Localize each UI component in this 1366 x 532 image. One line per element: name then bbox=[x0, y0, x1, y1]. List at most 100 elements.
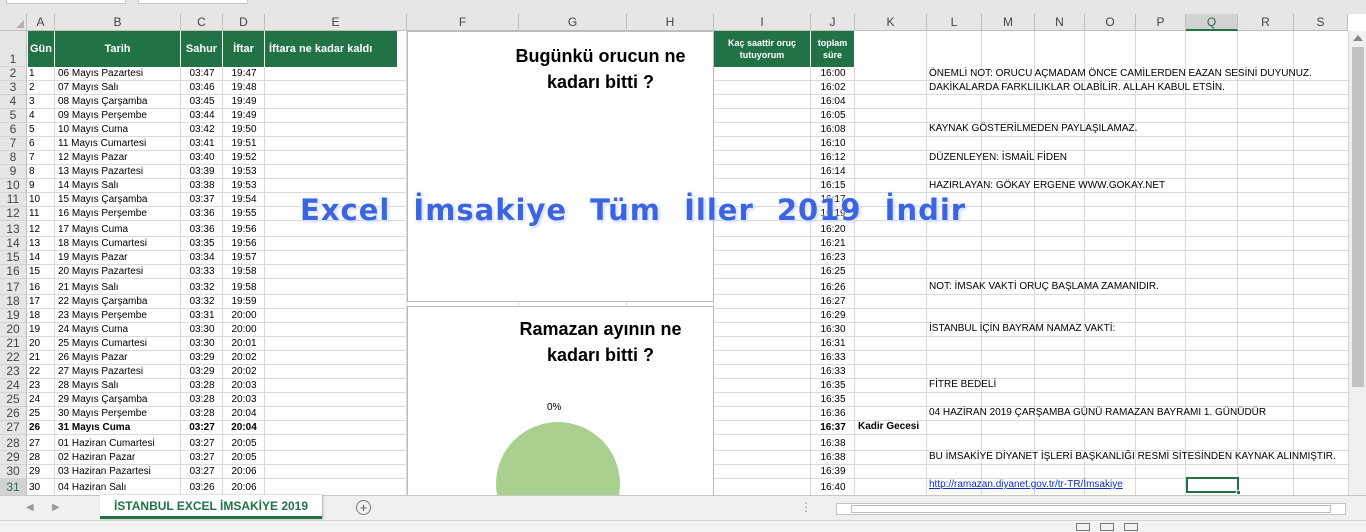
row-header-2[interactable]: 2 bbox=[0, 67, 27, 81]
total-duration: 16:12 bbox=[820, 152, 846, 163]
column-header-o[interactable]: O bbox=[1085, 14, 1136, 31]
row-header-8[interactable]: 8 bbox=[0, 151, 27, 165]
column-header-l[interactable]: L bbox=[927, 14, 982, 31]
row-header-24[interactable]: 24 bbox=[0, 379, 27, 393]
sahur-time: 03:33 bbox=[189, 266, 215, 277]
column-header-h[interactable]: H bbox=[627, 14, 714, 31]
row-header-19[interactable]: 19 bbox=[0, 309, 27, 323]
column-header-q[interactable]: Q bbox=[1186, 14, 1238, 31]
iftar-time: 19:49 bbox=[231, 110, 257, 121]
row-header-27[interactable]: 27 bbox=[0, 421, 27, 435]
row-header-18[interactable]: 18 bbox=[0, 295, 27, 309]
header-toplam-sure: toplam süre bbox=[811, 31, 855, 67]
date-cell: 20 Mayıs Pazartesi bbox=[58, 266, 144, 277]
tab-split-icon[interactable]: ⋮ bbox=[800, 500, 812, 514]
vertical-scroll-thumb[interactable] bbox=[1352, 47, 1364, 387]
date-cell: 02 Haziran Pazar bbox=[58, 452, 136, 463]
row-header-25[interactable]: 25 bbox=[0, 393, 27, 407]
sahur-time: 03:27 bbox=[189, 438, 215, 449]
row-header-9[interactable]: 9 bbox=[0, 165, 27, 179]
row-header-3[interactable]: 3 bbox=[0, 81, 27, 95]
select-all-corner[interactable] bbox=[0, 14, 27, 31]
sheet-tab-istanbul[interactable]: İSTANBUL EXCEL İMSAKİYE 2019 bbox=[100, 495, 322, 519]
grid-line bbox=[1034, 31, 1035, 495]
day-number: 24 bbox=[29, 394, 41, 405]
row-header-12[interactable]: 12 bbox=[0, 207, 27, 221]
row-header-30[interactable]: 30 bbox=[0, 465, 27, 479]
total-duration: 16:14 bbox=[820, 166, 846, 177]
row-header-20[interactable]: 20 bbox=[0, 323, 27, 337]
add-sheet-button[interactable]: + bbox=[356, 500, 371, 515]
day-number: 12 bbox=[29, 224, 41, 235]
column-header-n[interactable]: N bbox=[1035, 14, 1085, 31]
next-sheet-icon[interactable]: ▶ bbox=[52, 502, 60, 513]
row-header-23[interactable]: 23 bbox=[0, 365, 27, 379]
day-number: 11 bbox=[29, 208, 40, 219]
total-duration: 16:33 bbox=[820, 366, 846, 377]
row-header-17[interactable]: 17 bbox=[0, 279, 27, 295]
column-header-j[interactable]: J bbox=[811, 14, 855, 31]
sahur-time: 03:29 bbox=[189, 366, 215, 377]
row-header-13[interactable]: 13 bbox=[0, 221, 27, 237]
horizontal-scroll-thumb[interactable] bbox=[851, 505, 1331, 513]
row-header-21[interactable]: 21 bbox=[0, 337, 27, 351]
ramadan-progress-title-1: Ramazan ayının ne bbox=[519, 319, 682, 339]
column-header-a[interactable]: A bbox=[27, 14, 55, 31]
total-duration: 16:15 bbox=[820, 180, 846, 191]
column-header-c[interactable]: C bbox=[181, 14, 223, 31]
day-number: 27 bbox=[29, 438, 41, 449]
active-cell-q31[interactable] bbox=[1186, 477, 1241, 495]
row-header-15[interactable]: 15 bbox=[0, 251, 27, 265]
iftar-time: 19:48 bbox=[231, 82, 257, 93]
column-header-m[interactable]: M bbox=[982, 14, 1035, 31]
day-number: 5 bbox=[29, 124, 35, 135]
column-header-g[interactable]: G bbox=[519, 14, 627, 31]
column-header-e[interactable]: E bbox=[265, 14, 407, 31]
iftar-time: 20:00 bbox=[231, 310, 257, 321]
column-header-s[interactable]: S bbox=[1294, 14, 1348, 31]
sahur-time: 03:29 bbox=[189, 352, 215, 363]
pie-slice bbox=[496, 422, 620, 495]
column-header-k[interactable]: K bbox=[855, 14, 927, 31]
normal-view-icon[interactable] bbox=[1076, 523, 1090, 531]
column-header-b[interactable]: B bbox=[55, 14, 181, 31]
total-duration: 16:04 bbox=[820, 96, 846, 107]
vertical-scrollbar[interactable] bbox=[1348, 31, 1366, 495]
ribbon-edge bbox=[0, 0, 1366, 14]
row-header-22[interactable]: 22 bbox=[0, 351, 27, 365]
scroll-up-icon[interactable] bbox=[1353, 35, 1363, 41]
date-cell: 27 Mayıs Pazartesi bbox=[58, 366, 144, 377]
row-header-1[interactable]: 1 bbox=[0, 31, 27, 67]
iftar-time: 20:04 bbox=[231, 422, 257, 433]
column-header-f[interactable]: F bbox=[407, 14, 519, 31]
row-header-16[interactable]: 16 bbox=[0, 265, 27, 279]
day-number: 13 bbox=[29, 238, 41, 249]
row-header-31[interactable]: 31 bbox=[0, 479, 27, 495]
row-header-4[interactable]: 4 bbox=[0, 95, 27, 109]
row-header-29[interactable]: 29 bbox=[0, 451, 27, 465]
column-header-p[interactable]: P bbox=[1136, 14, 1186, 31]
row-header-7[interactable]: 7 bbox=[0, 137, 27, 151]
horizontal-scrollbar[interactable] bbox=[836, 503, 1346, 515]
column-header-r[interactable]: R bbox=[1238, 14, 1294, 31]
row-header-6[interactable]: 6 bbox=[0, 123, 27, 137]
row-header-11[interactable]: 11 bbox=[0, 193, 27, 207]
row-header-5[interactable]: 5 bbox=[0, 109, 27, 123]
sahur-time: 03:37 bbox=[189, 194, 215, 205]
iftar-time: 19:50 bbox=[231, 124, 257, 135]
column-header-i[interactable]: I bbox=[714, 14, 811, 31]
column-header-d[interactable]: D bbox=[223, 14, 265, 31]
page-break-icon[interactable] bbox=[1124, 523, 1138, 531]
row-header-26[interactable]: 26 bbox=[0, 407, 27, 421]
row-header-28[interactable]: 28 bbox=[0, 435, 27, 451]
sahur-time: 03:27 bbox=[189, 422, 215, 433]
prev-sheet-icon[interactable]: ◀ bbox=[26, 502, 34, 513]
header-kac-saat: Kaç saattir oruç tutuyorum bbox=[714, 31, 811, 67]
iftar-time: 20:02 bbox=[231, 352, 257, 363]
daily-progress-panel[interactable]: Bugünkü orucun ne kadarı bitti ? bbox=[407, 31, 714, 302]
diyanet-link[interactable]: http://ramazan.diyanet.gov.tr/tr-TR/İmsa… bbox=[929, 478, 1123, 492]
row-header-14[interactable]: 14 bbox=[0, 237, 27, 251]
ramadan-progress-panel[interactable]: Ramazan ayının ne kadarı bitti ? 0% bbox=[407, 306, 714, 496]
page-layout-icon[interactable] bbox=[1100, 523, 1114, 531]
row-header-10[interactable]: 10 bbox=[0, 179, 27, 193]
